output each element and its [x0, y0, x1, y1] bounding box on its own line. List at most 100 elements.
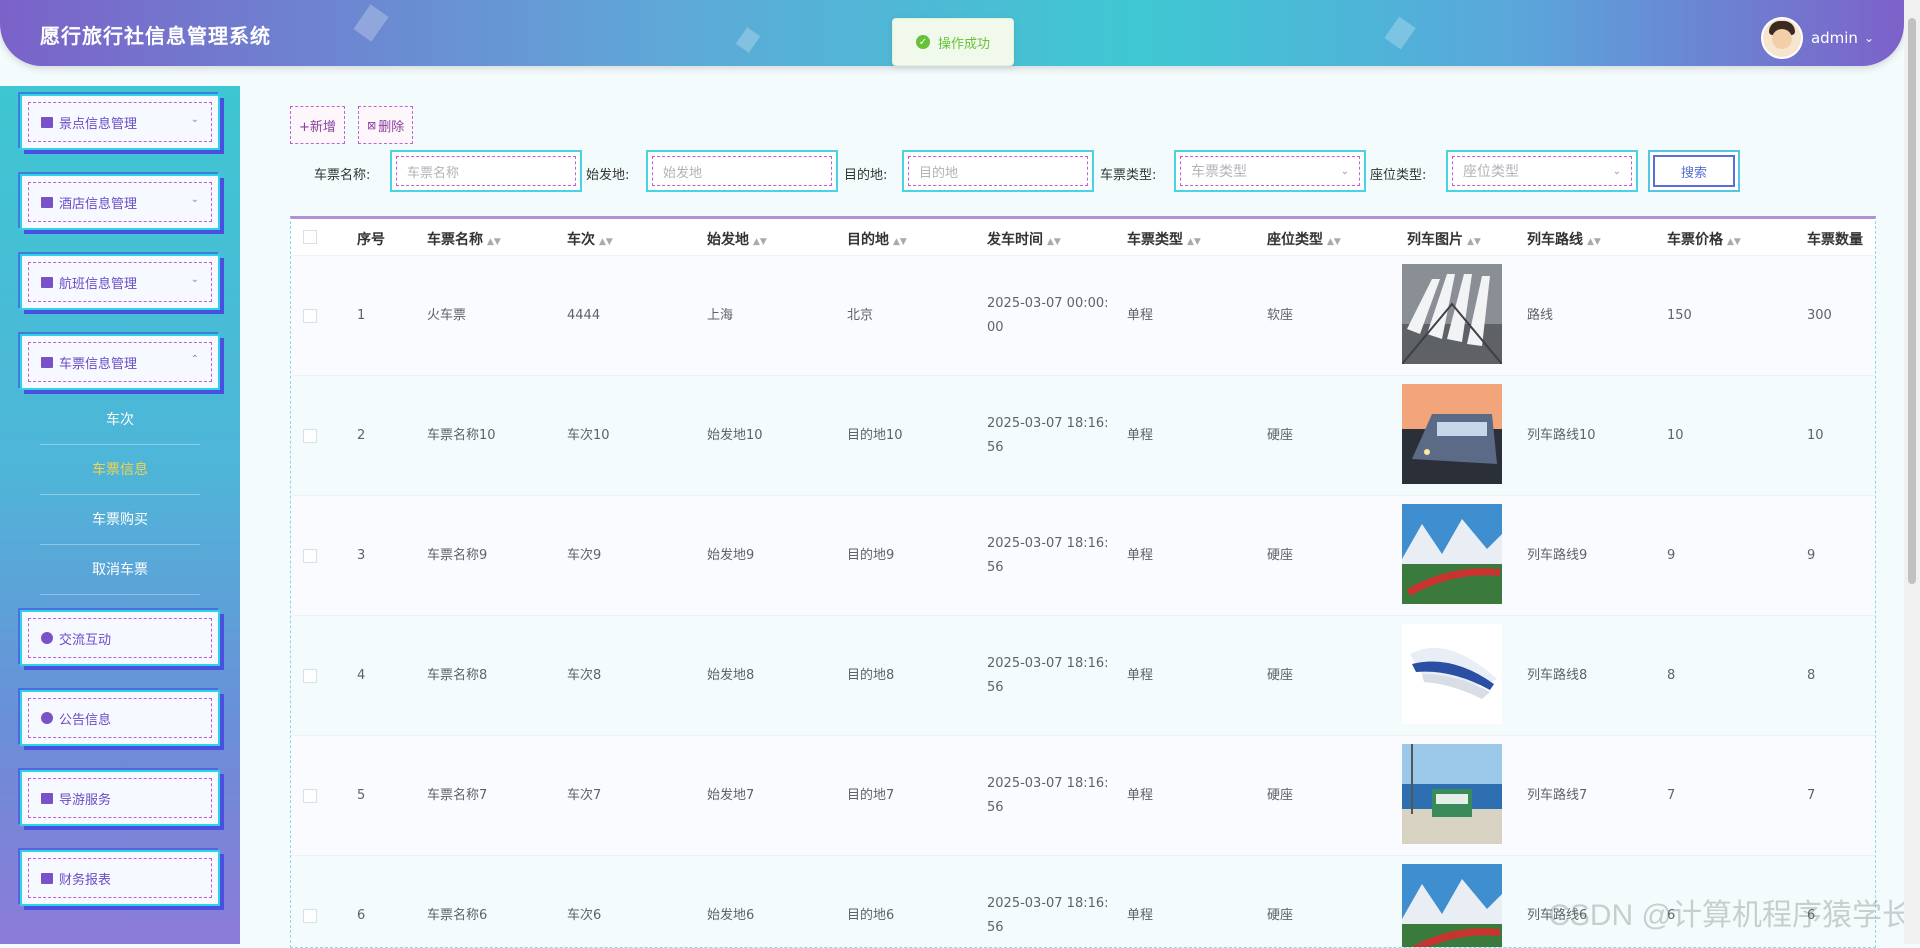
menu-label: 财务报表 [59, 872, 112, 888]
cell-dest: 目的地7 [847, 788, 895, 803]
col-train[interactable]: 车次 ▲▼ [567, 229, 613, 249]
cell-dest: 目的地9 [847, 548, 895, 563]
row-checkbox[interactable] [303, 669, 317, 683]
cell-route: 列车路线8 [1527, 668, 1588, 683]
chevron-down-icon: ⌄ [190, 194, 199, 205]
add-button[interactable]: +新增 [290, 106, 345, 144]
row-checkbox[interactable] [303, 309, 317, 323]
hotel-icon [41, 196, 53, 208]
chevron-down-icon: ⌄ [1340, 165, 1349, 177]
time-part: 2025-03-07 00:00: [987, 296, 1109, 311]
cell-train: 车次9 [567, 548, 602, 563]
row-checkbox[interactable] [303, 549, 317, 563]
ticket-type-select[interactable]: 车票类型 ⌄ [1174, 150, 1366, 192]
watermark: CSDN @计算机程序猿学长 [1548, 899, 1912, 932]
sort-icon: ▲▼ [893, 237, 907, 247]
menu-guide[interactable]: 导游服务 [20, 770, 220, 826]
user-menu[interactable]: admin ⌄ [1760, 17, 1874, 59]
cell-seat-type: 硬座 [1267, 788, 1294, 803]
menu-flight[interactable]: 航班信息管理 ⌄ [20, 254, 220, 310]
cell-time: 2025-03-07 00:00: 00 [987, 292, 1109, 340]
menu-attraction[interactable]: 景点信息管理 ⌄ [20, 94, 220, 150]
submenu-ticket-cancel[interactable]: 取消车票 [40, 546, 200, 595]
menu-finance[interactable]: 财务报表 [20, 850, 220, 906]
interaction-icon [41, 632, 53, 644]
time-part: 56 [987, 560, 1004, 575]
cell-train: 车次7 [567, 788, 602, 803]
cell-dest: 目的地8 [847, 668, 895, 683]
destination-label: 目的地: [844, 168, 888, 183]
time-part: 56 [987, 680, 1004, 695]
col-seat-type[interactable]: 座位类型 ▲▼ [1267, 229, 1341, 249]
origin-input[interactable]: 始发地 [646, 150, 838, 192]
row-checkbox[interactable] [303, 789, 317, 803]
table-row[interactable]: 4 车票名称8 车次8 始发地8 目的地8 2025-03-07 18:16: 5… [291, 615, 1875, 736]
menu-ticket[interactable]: 车票信息管理 ⌃ [20, 334, 220, 390]
time-part: 2025-03-07 18:16: [987, 896, 1109, 911]
col-time[interactable]: 发车时间 ▲▼ [987, 229, 1061, 249]
guide-icon [41, 792, 53, 804]
col-route[interactable]: 列车路线 ▲▼ [1527, 229, 1601, 249]
cell-time: 2025-03-07 18:16: 56 [987, 772, 1109, 820]
table-row[interactable]: 3 车票名称9 车次9 始发地9 目的地9 2025-03-07 18:16: 5… [291, 495, 1875, 616]
col-ticket-type[interactable]: 车票类型 ▲▼ [1127, 229, 1201, 249]
col-origin[interactable]: 始发地 ▲▼ [707, 229, 767, 249]
destination-input[interactable]: 目的地 [902, 150, 1094, 192]
cell-index: 2 [357, 428, 366, 443]
table-row[interactable]: 5 车票名称7 车次7 始发地7 目的地7 2025-03-07 18:16: 5… [291, 735, 1875, 856]
row-checkbox[interactable] [303, 429, 317, 443]
train-image [1402, 864, 1502, 947]
flight-icon [41, 276, 53, 288]
cell-train: 车次10 [567, 428, 610, 443]
delete-button[interactable]: ⊠ 删除 [358, 106, 414, 144]
col-label: 始发地 [707, 232, 749, 248]
sort-icon: ▲▼ [1467, 237, 1481, 247]
cell-origin: 始发地6 [707, 908, 755, 923]
time-part: 2025-03-07 18:16: [987, 536, 1109, 551]
submenu-ticket-buy[interactable]: 车票购买 [40, 496, 200, 545]
col-dest[interactable]: 目的地 ▲▼ [847, 229, 907, 249]
row-checkbox[interactable] [303, 909, 317, 923]
cell-dest: 目的地6 [847, 908, 895, 923]
cell-index: 6 [357, 908, 366, 923]
time-part: 56 [987, 920, 1004, 935]
submenu-ticket-info[interactable]: 车票信息 [40, 446, 200, 495]
cell-seat-type: 软座 [1267, 308, 1294, 323]
cell-train: 车次6 [567, 908, 602, 923]
search-button[interactable]: 搜索 [1648, 150, 1740, 192]
col-image[interactable]: 列车图片 ▲▼ [1407, 229, 1481, 249]
cell-ticket-type: 单程 [1127, 668, 1154, 683]
origin-label: 始发地: [586, 168, 630, 183]
cell-name: 车票名称7 [427, 788, 488, 803]
cell-route: 列车路线7 [1527, 788, 1588, 803]
submenu-train[interactable]: 车次 [40, 396, 200, 445]
seat-type-select[interactable]: 座位类型 ⌄ [1446, 150, 1638, 192]
menu-interaction[interactable]: 交流互动 [20, 610, 220, 666]
placeholder: 始发地 [663, 165, 703, 181]
col-name[interactable]: 车票名称 ▲▼ [427, 229, 501, 249]
sort-icon: ▲▼ [1187, 237, 1201, 247]
cell-seat-type: 硬座 [1267, 548, 1294, 563]
cell-train: 4444 [567, 308, 601, 323]
cell-price: 9 [1667, 548, 1676, 563]
cell-route: 路线 [1527, 308, 1554, 323]
scrollbar-thumb[interactable] [1908, 18, 1916, 584]
cell-origin: 始发地10 [707, 428, 763, 443]
select-all-checkbox[interactable] [303, 230, 317, 244]
col-label: 目的地 [847, 232, 889, 248]
train-image [1402, 264, 1502, 364]
page-scrollbar[interactable] [1904, 0, 1920, 944]
col-price[interactable]: 车票价格 ▲▼ [1667, 229, 1741, 249]
ticket-name-input[interactable]: 车票名称 [390, 150, 582, 192]
train-image [1402, 744, 1502, 844]
table-row[interactable]: 1 火车票 4444 上海 北京 2025-03-07 00:00: 00 单程 … [291, 255, 1875, 376]
sort-icon: ▲▼ [1327, 237, 1341, 247]
table-row[interactable]: 2 车票名称10 车次10 始发地10 目的地10 2025-03-07 18:… [291, 375, 1875, 496]
menu-notice[interactable]: 公告信息 [20, 690, 220, 746]
menu-label: 车票信息管理 [59, 356, 138, 372]
col-label: 列车路线 [1527, 232, 1583, 248]
menu-label: 航班信息管理 [59, 276, 138, 292]
menu-hotel[interactable]: 酒店信息管理 ⌄ [20, 174, 220, 230]
placeholder: 座位类型 [1463, 164, 1519, 180]
cell-name: 车票名称6 [427, 908, 488, 923]
